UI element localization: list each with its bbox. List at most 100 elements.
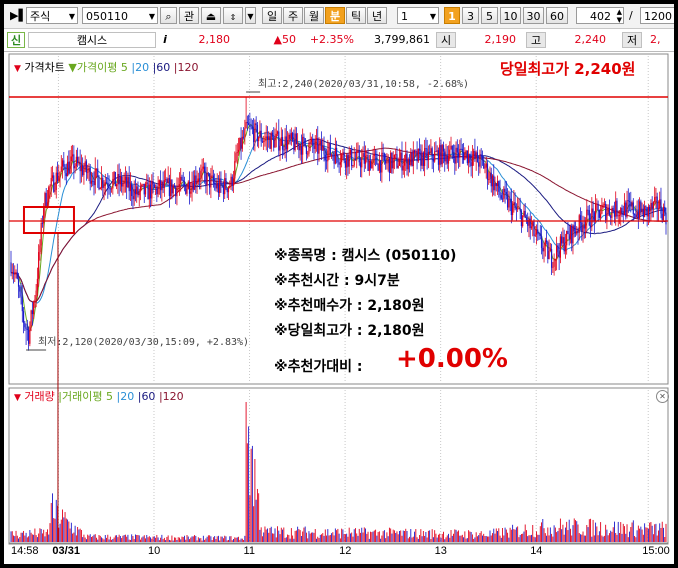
candle-body	[232, 178, 235, 186]
minute-select[interactable]: 1 ▼	[397, 7, 439, 24]
candle-body	[310, 138, 313, 142]
candle-body	[172, 185, 174, 194]
period-minute[interactable]: 분	[325, 7, 345, 24]
count-input[interactable]: 402 ▲ ▼	[576, 7, 624, 24]
candle-body	[12, 272, 15, 275]
candle-body	[222, 185, 225, 195]
stepper-button[interactable]: ⇕	[223, 7, 243, 24]
candle-body	[152, 181, 154, 185]
candle-body	[417, 148, 419, 162]
candle-body	[313, 145, 315, 149]
candle-body	[495, 183, 497, 187]
legend-ma-60: |60	[152, 61, 171, 74]
candle-body	[74, 166, 76, 169]
candle-body	[333, 155, 335, 164]
candle-body	[56, 172, 59, 181]
legend-collapse-icon[interactable]: ▼	[14, 393, 21, 403]
total-count[interactable]: 1200	[640, 7, 674, 24]
candle-body	[364, 155, 367, 164]
interval-1[interactable]: 1	[444, 7, 460, 24]
interval-10[interactable]: 10	[500, 7, 521, 24]
candle-body	[418, 148, 421, 151]
high-price: 2,240	[574, 33, 607, 46]
candle-body	[191, 182, 193, 192]
candle-body	[80, 165, 83, 172]
candle-body	[623, 202, 626, 215]
candle-body	[185, 185, 187, 194]
candle-body	[188, 181, 191, 194]
chart-window: ▶▌ 주식 ▼ 050110 ▼ ⌕ 관 ⏏ ⇕ ▼ 일 주 월 분 틱 년 1 ▼ …	[4, 4, 674, 564]
candle-body	[129, 184, 132, 192]
interval-3[interactable]: 3	[462, 7, 479, 24]
ma-period-60: 60	[141, 390, 156, 403]
favorite-button[interactable]: 관	[179, 7, 199, 24]
candle-body	[562, 237, 564, 244]
candle-body	[75, 156, 77, 167]
candle-body	[519, 208, 521, 211]
info-button[interactable]: i	[158, 32, 172, 48]
search-button[interactable]: ⌕	[160, 7, 177, 24]
candle-body	[567, 230, 569, 235]
candle-body	[596, 203, 598, 205]
candle-body	[236, 152, 238, 154]
candle-body	[437, 150, 440, 165]
candle-body	[528, 218, 530, 226]
candle-body	[431, 148, 433, 159]
candle-body	[92, 180, 94, 182]
candle-body	[353, 159, 355, 166]
candle-body	[55, 172, 57, 190]
candle-body	[620, 207, 622, 216]
candle-body	[471, 156, 473, 167]
code-input[interactable]: 050110 ▼	[82, 7, 158, 24]
candle-body	[25, 327, 27, 329]
candle-body	[22, 311, 25, 323]
panel-menu-icon[interactable]: ▶▌	[7, 7, 25, 24]
candle-body	[572, 225, 574, 244]
scroll-up-button[interactable]: ⏏	[201, 7, 221, 24]
period-tick[interactable]: 틱	[346, 7, 366, 24]
candle-body	[268, 136, 270, 140]
time-axis: 14:58 03/31 10 11 12 13 14 15:00	[9, 542, 670, 557]
ma-period-20: 20	[135, 61, 150, 74]
interval-5[interactable]: 5	[481, 7, 498, 24]
candle-body	[132, 196, 134, 200]
candle-body	[650, 202, 652, 212]
period-day[interactable]: 일	[262, 7, 282, 24]
candle-body	[544, 240, 546, 247]
candle-body	[332, 154, 334, 156]
interval-60[interactable]: 60	[546, 7, 568, 24]
volume-bars	[10, 402, 667, 542]
candle-body	[231, 176, 233, 186]
candle-body	[275, 133, 277, 138]
ma-period-5: 5	[120, 61, 128, 74]
candle-body	[265, 136, 267, 139]
candle-body	[303, 136, 305, 139]
time-tick-label: 12	[339, 545, 351, 557]
candle-body	[187, 181, 189, 189]
more-button[interactable]: ▼	[245, 7, 256, 24]
candle-body	[450, 145, 452, 150]
candle-body	[635, 214, 637, 218]
legend-collapse-icon[interactable]: ▼	[14, 64, 21, 74]
period-month[interactable]: 월	[304, 7, 324, 24]
high-label: 고	[526, 32, 546, 48]
price-change: ▲50	[273, 33, 296, 46]
candle-body	[481, 156, 484, 160]
period-year[interactable]: 년	[367, 7, 387, 24]
candle-body	[279, 145, 281, 151]
ma-period-120: 120	[162, 390, 184, 403]
interval-30[interactable]: 30	[523, 7, 544, 24]
candle-body	[284, 136, 286, 151]
market-select[interactable]: 주식 ▼	[26, 7, 78, 24]
candle-body	[219, 178, 221, 194]
candle-body	[442, 145, 445, 152]
candle-body	[393, 154, 396, 159]
candle-body	[499, 191, 501, 196]
panel-close-icon[interactable]: ✕	[656, 390, 669, 403]
candle-body	[31, 310, 33, 315]
candle-body	[561, 236, 563, 244]
candle-body	[468, 154, 470, 164]
time-tick-label: 11	[244, 545, 255, 557]
candle-body	[382, 152, 384, 154]
period-week[interactable]: 주	[283, 7, 303, 24]
